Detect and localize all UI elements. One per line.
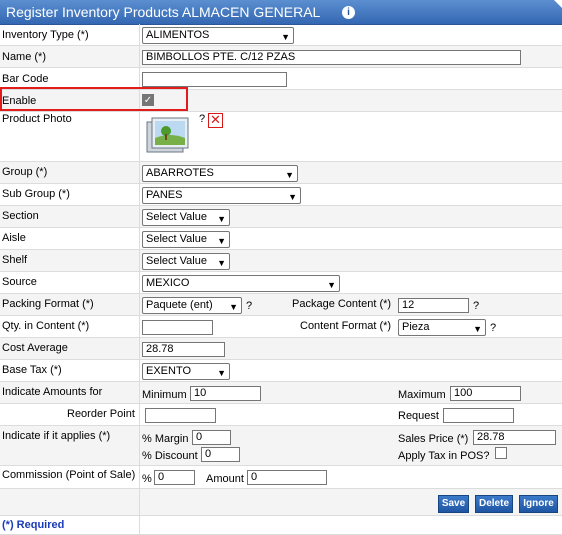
source-select[interactable]: MEXICO ▼ [142,275,340,292]
row-product-photo [0,112,562,162]
aisle-value: Select Value [146,233,207,245]
reorder-point-label: Reorder Point [67,408,135,420]
content-format-select[interactable]: Pieza ▼ [398,319,486,336]
content-format-value: Pieza [402,321,430,333]
qty-content-label: Qty. in Content (*) [2,320,90,332]
sub-group-select[interactable]: PANES ▼ [142,187,301,204]
highlight-box [0,87,188,111]
row-footer [0,516,562,535]
indicate-applies-label: Indicate if it applies (*) [2,430,111,442]
aisle-label: Aisle [2,232,26,244]
margin-input[interactable]: 0 [192,430,231,445]
packing-format-select[interactable]: Paquete (ent) ▼ [142,297,242,314]
shelf-value: Select Value [146,255,207,267]
chevron-down-icon: ▼ [473,324,482,334]
name-input[interactable]: BIMBOLLOS PTE. C/12 PZAS [142,50,521,65]
packing-format-label: Packing Format (*) [2,298,94,310]
photo-help[interactable]: ? [199,113,205,125]
content-format-label: Content Format (*) [300,320,392,332]
inventory-type-value: ALIMENTOS [146,29,210,41]
section-select[interactable]: Select Value ▼ [142,209,230,226]
minimum-input[interactable]: 10 [190,386,261,401]
commission-pct-label: % [142,473,152,485]
reorder-point-input[interactable] [145,408,216,423]
chevron-down-icon: ▼ [217,258,226,268]
chevron-down-icon: ▼ [217,236,226,246]
apply-tax-checkbox[interactable] [495,447,507,459]
packing-format-help[interactable]: ? [246,300,252,312]
content-format-help[interactable]: ? [490,322,496,334]
row-base-tax [0,360,562,382]
inventory-type-select[interactable]: ALIMENTOS ▼ [142,27,294,44]
base-tax-label: Base Tax (*) [2,364,62,376]
section-label: Section [2,210,39,222]
info-icon[interactable]: i [342,6,355,19]
discount-label: % Discount [142,450,198,462]
row-section [0,206,562,228]
bar-code-label: Bar Code [2,73,49,85]
chevron-down-icon: ▼ [327,280,336,290]
discount-input[interactable]: 0 [201,447,240,462]
required-note: (*) Required [2,519,65,531]
package-content-help[interactable]: ? [473,300,479,312]
sub-group-value: PANES [146,189,183,201]
section-value: Select Value [146,211,207,223]
qty-content-input[interactable] [142,320,213,335]
sales-price-input[interactable]: 28.78 [473,430,556,445]
chevron-down-icon: ▼ [288,192,297,202]
maximum-input[interactable]: 100 [450,386,521,401]
aisle-select[interactable]: Select Value ▼ [142,231,230,248]
base-tax-value: EXENTO [146,365,192,377]
sub-group-label: Sub Group (*) [2,188,70,200]
ignore-button[interactable]: Ignore [519,495,558,513]
form-title: Register Inventory Products ALMACEN GENE… [6,4,321,20]
maximum-label: Maximum [398,389,446,401]
shelf-label: Shelf [2,254,28,266]
indicate-amounts-label: Indicate Amounts for [2,386,103,398]
base-tax-select[interactable]: EXENTO ▼ [142,363,230,380]
group-select[interactable]: ABARROTES ▼ [142,165,298,182]
row-shelf [0,250,562,272]
photo-placeholder-icon[interactable] [146,117,190,155]
chevron-down-icon: ▼ [285,170,294,180]
margin-label: % Margin [142,433,189,445]
chevron-down-icon: ▼ [217,368,226,378]
request-input[interactable] [443,408,514,423]
inventory-type-label: Inventory Type (*) [2,29,89,41]
sales-price-label: Sales Price (*) [398,433,469,445]
delete-photo-icon[interactable]: ✕ [208,113,223,128]
chevron-down-icon: ▼ [217,214,226,224]
chevron-down-icon: ▼ [281,32,290,42]
packing-format-value: Paquete (ent) [146,299,213,311]
form-title-bar: Register Inventory Products ALMACEN GENE… [0,0,562,25]
amount-input[interactable]: 0 [247,470,327,485]
product-photo-label: Product Photo [2,113,72,125]
delete-button[interactable]: Delete [475,495,513,513]
commission-label: Commission (Point of Sale) [2,469,136,481]
source-value: MEXICO [146,277,190,289]
cost-average-input[interactable]: 28.78 [142,342,225,357]
source-label: Source [2,276,37,288]
request-label: Request [398,410,439,422]
row-cost-average [0,338,562,360]
apply-tax-label: Apply Tax in POS? [398,450,490,462]
shelf-select[interactable]: Select Value ▼ [142,253,230,270]
bar-code-input[interactable] [142,72,287,87]
row-aisle [0,228,562,250]
package-content-input[interactable]: 12 [398,298,469,313]
name-label: Name (*) [2,51,47,63]
package-content-label: Package Content (*) [292,298,392,310]
group-value: ABARROTES [146,167,214,179]
cost-average-label: Cost Average [2,342,68,354]
save-button[interactable]: Save [438,495,469,513]
group-label: Group (*) [2,166,48,178]
commission-pct-input[interactable]: 0 [154,470,195,485]
corner-icon [554,0,562,8]
chevron-down-icon: ▼ [229,302,238,312]
amount-label: Amount [206,473,244,485]
minimum-label: Minimum [142,389,187,401]
